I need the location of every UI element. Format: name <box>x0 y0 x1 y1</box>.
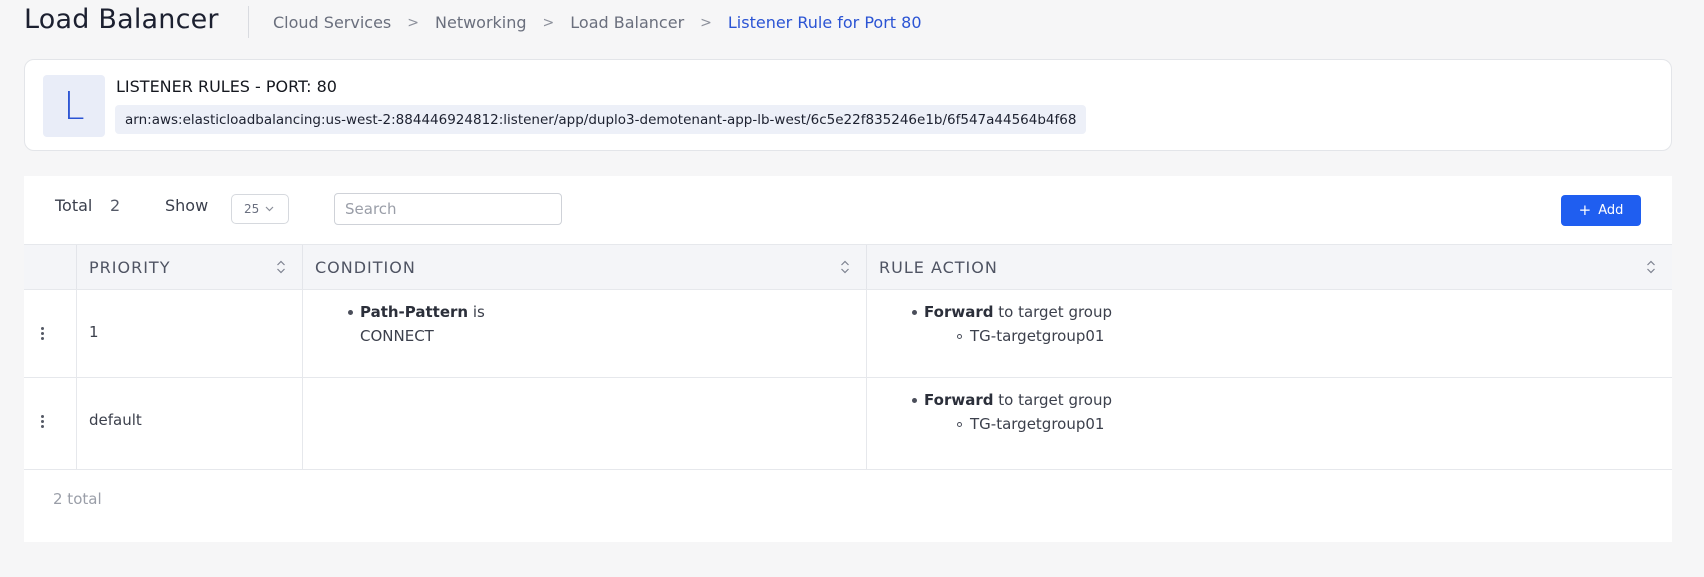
column-header-rule-action[interactable]: RULE ACTION <box>866 245 1672 289</box>
action-key: Forward <box>924 391 994 409</box>
listener-info-card: L LISTENER RULES - PORT: 80 arn:aws:elas… <box>24 59 1672 151</box>
condition-empty <box>302 378 866 469</box>
action-key: Forward <box>924 303 994 321</box>
breadcrumb-cloud-services[interactable]: Cloud Services <box>273 13 391 32</box>
arn-chip: arn:aws:elasticloadbalancing:us-west-2:8… <box>115 105 1087 134</box>
add-button[interactable]: + Add <box>1561 195 1641 226</box>
avatar: L <box>43 75 105 137</box>
chevron-down-icon <box>265 206 274 212</box>
breadcrumb-load-balancer[interactable]: Load Balancer <box>570 13 684 32</box>
sort-icon[interactable] <box>276 259 286 275</box>
list-item: Forward to target group <box>912 300 1113 324</box>
list-item: TG-targetgroup01 <box>924 324 1112 348</box>
table-row: 1 Path-Pattern is CONNECT Forward to tar… <box>24 290 1672 378</box>
column-header-priority[interactable]: PRIORITY <box>76 245 302 289</box>
more-vertical-icon[interactable] <box>41 415 45 429</box>
page-header: Load Balancer Cloud Services > Networkin… <box>0 0 1704 48</box>
list-item: Forward to target group <box>912 388 1113 412</box>
total-label: Total <box>55 196 93 215</box>
action-text: to target group <box>993 303 1113 321</box>
page-size-value: 25 <box>244 202 260 216</box>
table-row: default Forward to target group TG-targe… <box>24 378 1672 470</box>
condition-list: Path-Pattern is CONNECT <box>348 300 485 348</box>
title-divider <box>248 6 249 38</box>
sort-icon[interactable] <box>1646 259 1656 275</box>
priority-value: 1 <box>89 323 99 341</box>
more-vertical-icon[interactable] <box>41 327 45 341</box>
show-label: Show <box>165 196 209 215</box>
table-header: PRIORITY CONDITION RULE ACTION <box>24 244 1672 290</box>
rules-panel: Total 2 Show 25 + Add PRIORITY CONDITION <box>24 176 1672 542</box>
breadcrumb-networking[interactable]: Networking <box>435 13 527 32</box>
chevron-right-icon: > <box>542 14 555 31</box>
breadcrumb: Cloud Services > Networking > Load Balan… <box>273 13 922 32</box>
page-title: Load Balancer <box>24 4 219 35</box>
chevron-right-icon: > <box>407 14 419 31</box>
footer-total: 2 total <box>53 490 102 508</box>
column-header-condition[interactable]: CONDITION <box>302 245 866 289</box>
action-text: to target group <box>993 391 1113 409</box>
page-size-select[interactable]: 25 <box>231 194 289 224</box>
search-input[interactable] <box>334 193 562 225</box>
action-list: Forward to target group TG-targetgroup01 <box>912 300 1113 348</box>
condition-operator: is <box>468 303 485 321</box>
target-group-name: TG-targetgroup01 <box>970 415 1105 433</box>
total-count: 2 <box>110 196 121 215</box>
list-item: Path-Pattern is CONNECT <box>348 300 485 348</box>
chevron-right-icon: > <box>700 14 712 31</box>
plus-icon: + <box>1578 201 1592 219</box>
sort-icon[interactable] <box>840 259 850 275</box>
target-group-name: TG-targetgroup01 <box>970 327 1105 345</box>
list-item: TG-targetgroup01 <box>924 412 1112 436</box>
condition-value: CONNECT <box>360 327 434 345</box>
condition-key: Path-Pattern <box>360 303 469 321</box>
add-button-label: Add <box>1598 203 1624 218</box>
priority-value: default <box>89 411 142 429</box>
breadcrumb-current: Listener Rule for Port 80 <box>727 13 922 32</box>
card-title: LISTENER RULES - PORT: 80 <box>116 77 337 96</box>
action-list: Forward to target group TG-targetgroup01 <box>912 388 1113 436</box>
